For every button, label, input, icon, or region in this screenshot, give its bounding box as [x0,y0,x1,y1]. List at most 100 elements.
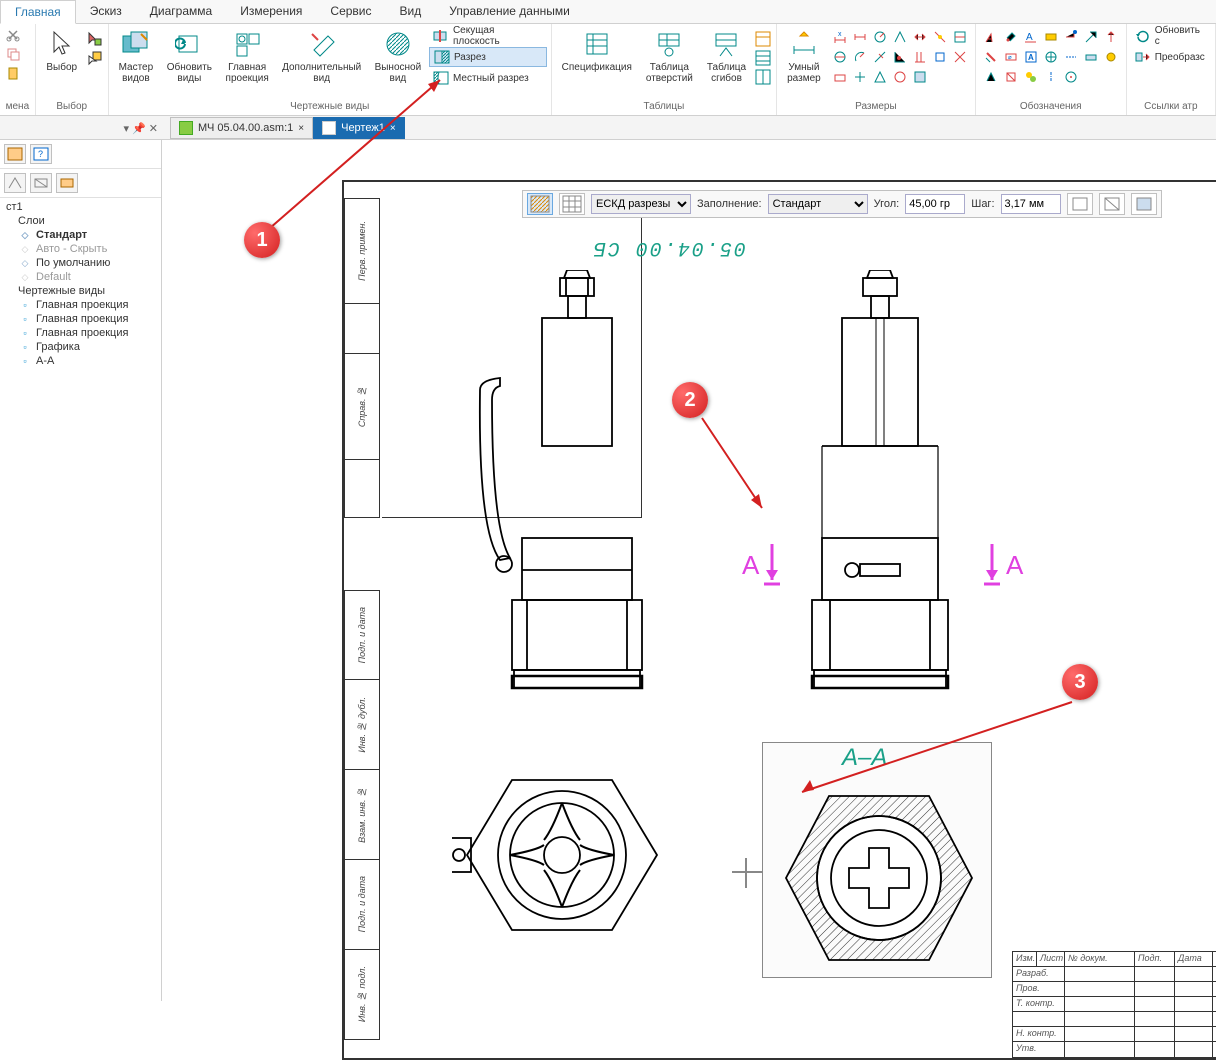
tab-measure[interactable]: Измерения [226,0,316,23]
dim-icon-12[interactable] [911,48,929,66]
annot-icon-6[interactable] [1082,28,1100,46]
spec-button[interactable]: Спецификация [556,26,638,75]
dim-icon-13[interactable] [931,48,949,66]
cutting-plane-button[interactable]: Секущая плоскость [429,26,547,46]
view-update-button[interactable]: Обновить виды [161,26,218,86]
hatch-pattern-select[interactable]: ЕСКД разрезы [591,194,691,214]
annot-icon-4[interactable] [1042,28,1060,46]
select-mode1-icon[interactable] [86,30,104,48]
tree-layers[interactable]: Слои [4,214,157,228]
cut-icon[interactable] [4,26,22,44]
tree-layer-standard[interactable]: ◇Стандарт [4,228,157,242]
toolbar-extra3-button[interactable] [1131,193,1157,215]
dim-icon-19[interactable] [911,68,929,86]
view-master-button[interactable]: Мастер видов [113,26,159,86]
top-view[interactable] [452,750,682,963]
table-extra1-icon[interactable] [754,30,772,48]
copy-icon[interactable] [4,45,22,63]
dim-icon-15[interactable] [831,68,849,86]
select-button[interactable]: Выбор [40,26,84,75]
tree-layer-default-ru[interactable]: ◇По умолчанию [4,256,157,270]
tree-root[interactable]: ст1 [4,200,157,214]
toolbar-extra2-button[interactable] [1099,193,1125,215]
toolbar-extra1-button[interactable] [1067,193,1093,215]
annot-icon-17[interactable] [1022,68,1040,86]
paste-icon[interactable] [4,64,22,82]
annot-icon-10[interactable]: A [1022,48,1040,66]
dim-icon-14[interactable] [951,48,969,66]
dim-icon-6[interactable] [931,28,949,46]
dim-icon-10[interactable] [871,48,889,66]
panel-dropdown-icon[interactable]: ▾ [124,122,130,135]
tree-views-header[interactable]: Чертежные виды [4,284,157,298]
tab-home[interactable]: Главная [0,0,76,24]
annot-icon-12[interactable] [1062,48,1080,66]
tree-view-section[interactable]: ▫А-А [4,354,157,368]
tree-view-main3[interactable]: ▫Главная проекция [4,326,157,340]
dim-icon-7[interactable] [951,28,969,46]
panel-tab2-icon[interactable]: ? [30,144,52,164]
tree-view-main2[interactable]: ▫Главная проекция [4,312,157,326]
annot-icon-9[interactable]: ⌀ [1002,48,1020,66]
annot-icon-1[interactable] [982,28,1000,46]
annot-icon-19[interactable] [1062,68,1080,86]
tab-view[interactable]: Вид [386,0,436,23]
section-button[interactable]: Разрез [429,47,547,67]
annot-icon-18[interactable] [1042,68,1060,86]
angle-input[interactable] [905,194,965,214]
annot-icon-5[interactable] [1062,28,1080,46]
panel-tool2-icon[interactable] [30,173,52,193]
panel-tool3-icon[interactable] [56,173,78,193]
table-extra2-icon[interactable] [754,49,772,67]
annot-icon-11[interactable] [1042,48,1060,66]
panel-tab1-icon[interactable] [4,144,26,164]
convert-refs-button[interactable]: Преобразс [1131,47,1211,67]
dim-icon-2[interactable] [851,28,869,46]
dim-icon-1[interactable]: x [831,28,849,46]
annot-icon-8[interactable] [982,48,1000,66]
annot-icon-13[interactable] [1082,48,1100,66]
step-input[interactable] [1001,194,1061,214]
hatch-style1-button[interactable] [527,193,553,215]
annot-icon-16[interactable] [1002,68,1020,86]
tree-view-graphic[interactable]: ▫Графика [4,340,157,354]
group-select-label: Выбор [40,99,104,115]
dim-icon-18[interactable] [891,68,909,86]
tab-diagram[interactable]: Диаграмма [136,0,226,23]
dim-icon-17[interactable] [871,68,889,86]
hatch-style2-button[interactable] [559,193,585,215]
dim-icon-5[interactable] [911,28,929,46]
tree-layer-default[interactable]: ◇Default [4,270,157,284]
bends-table-button[interactable]: Таблица сгибов [701,26,752,86]
annot-icon-3[interactable]: A [1022,28,1040,46]
tree-view-main1[interactable]: ▫Главная проекция [4,298,157,312]
annot-icon-7[interactable] [1102,28,1120,46]
dim-icon-3[interactable] [871,28,889,46]
dim-icon-11[interactable] [891,48,909,66]
dim-icon-16[interactable] [851,68,869,86]
panel-tool1-icon[interactable] [4,173,26,193]
holes-table-button[interactable]: Таблица отверстий [640,26,699,86]
panel-close-icon[interactable]: ✕ [149,122,158,135]
tab-data[interactable]: Управление данными [435,0,584,23]
dim-icon-9[interactable] [851,48,869,66]
panel-pin-icon[interactable]: 📌 [132,122,146,135]
annot-icon-2[interactable] [1002,28,1020,46]
drawing-canvas[interactable]: ЕСКД разрезы Заполнение: Стандарт Угол: … [162,140,1216,1001]
refresh-refs-button[interactable]: Обновить с [1131,26,1211,46]
fill-select[interactable]: Стандарт [768,194,868,214]
table-extra3-icon[interactable] [754,68,772,86]
front-view[interactable] [472,270,682,693]
dim-icon-8[interactable] [831,48,849,66]
title-block[interactable]: Изм. Лист № докум. Подп. Дата Разраб. Пр… [1012,951,1216,1058]
select-mode2-icon[interactable] [86,49,104,67]
side-view[interactable] [782,270,982,693]
tree-layer-auto[interactable]: ◇Авто - Скрыть [4,242,157,256]
annot-icon-14[interactable] [1102,48,1120,66]
annot-icon-15[interactable] [982,68,1000,86]
dim-icon-4[interactable] [891,28,909,46]
tab-sketch[interactable]: Эскиз [76,0,136,23]
smart-dim-button[interactable]: Умный размер [781,26,827,86]
tab-service[interactable]: Сервис [316,0,385,23]
drawing-sheet[interactable]: Перв. примен. Справ. № Подп. и дата Инв.… [342,180,1216,1060]
